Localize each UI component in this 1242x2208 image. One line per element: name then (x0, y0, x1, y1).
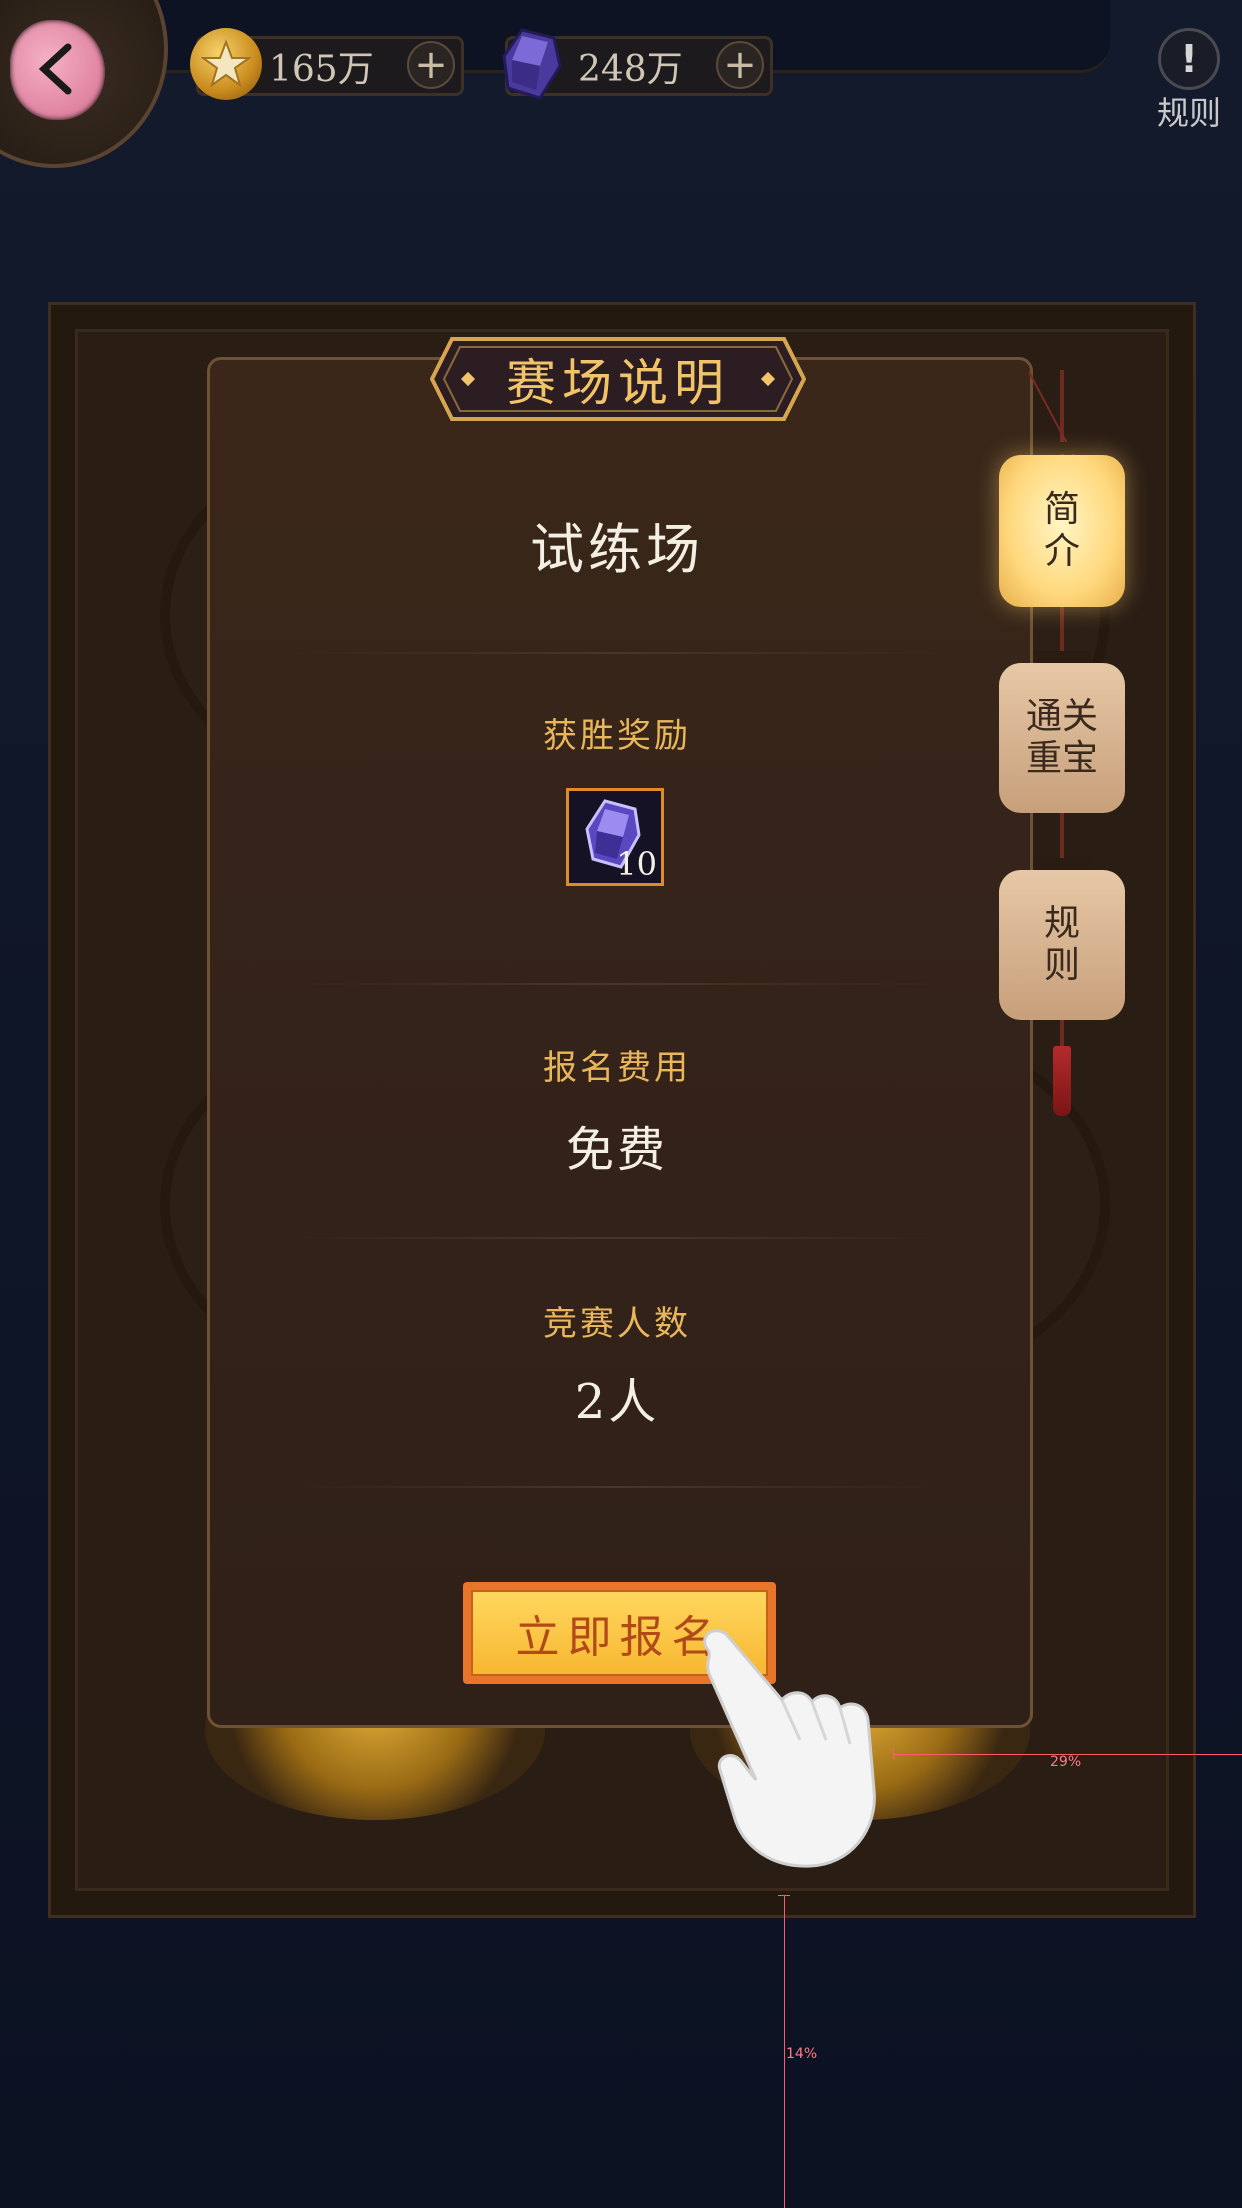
tab-treasure[interactable]: 通关 重宝 (999, 663, 1125, 813)
back-arrow-icon (38, 43, 71, 95)
pointing-hand-icon (703, 1629, 876, 1868)
divider (285, 652, 950, 654)
fee-label: 报名费用 (543, 1048, 691, 1088)
divider (285, 983, 950, 985)
back-button[interactable] (10, 20, 105, 120)
panel-title-plate: 赛场说明 (430, 337, 806, 421)
tab-intro[interactable]: 简 介 (999, 455, 1125, 607)
rules-button[interactable]: ! 规则 (1154, 28, 1224, 132)
rules-label: 规则 (1156, 94, 1221, 132)
tassel (1053, 1046, 1071, 1116)
tab-intro-label: 简 (1043, 489, 1080, 530)
add-gem-button[interactable]: + (716, 41, 764, 89)
gold-value: 165万 (269, 49, 374, 90)
guide-tick (893, 1748, 894, 1760)
guide-label-horizontal: 29% (1050, 1754, 1082, 1770)
players-label: 竞赛人数 (543, 1304, 691, 1344)
guide-label-vertical: 14% (786, 2046, 818, 2062)
lantern-cap (1033, 442, 1091, 454)
add-gold-button[interactable]: + (407, 41, 455, 89)
guide-line-vertical (784, 1895, 785, 2208)
reward-label: 获胜奖励 (543, 716, 691, 756)
reward-count: 10 (616, 845, 657, 883)
arena-name: 试练场 (530, 518, 704, 581)
star-coin-icon (190, 28, 262, 100)
tab-rules-label: 规 (1043, 903, 1080, 944)
tab-treasure-label: 通关 (1025, 696, 1098, 737)
divider (285, 1237, 950, 1239)
divider (285, 1486, 950, 1488)
tab-rules-label: 则 (1043, 945, 1080, 986)
tab-rules[interactable]: 规 则 (999, 870, 1125, 1020)
guide-tick (778, 1895, 790, 1896)
exclamation-icon: ! (1158, 28, 1220, 90)
players-value: 2人 (574, 1374, 660, 1430)
tab-treasure-label: 重宝 (1025, 738, 1098, 779)
lantern-cap (1033, 651, 1091, 663)
reward-item-slot[interactable]: 10 (566, 788, 664, 886)
fee-value: 免费 (565, 1122, 668, 1178)
top-bar: 165万 + 248万 + ! 规则 (0, 0, 1242, 168)
lantern-cap (1033, 858, 1091, 870)
purple-gem-icon (500, 26, 564, 102)
gem-value: 248万 (578, 49, 683, 90)
panel-title: 赛场说明 (506, 354, 730, 412)
tab-intro-label: 介 (1043, 531, 1080, 572)
